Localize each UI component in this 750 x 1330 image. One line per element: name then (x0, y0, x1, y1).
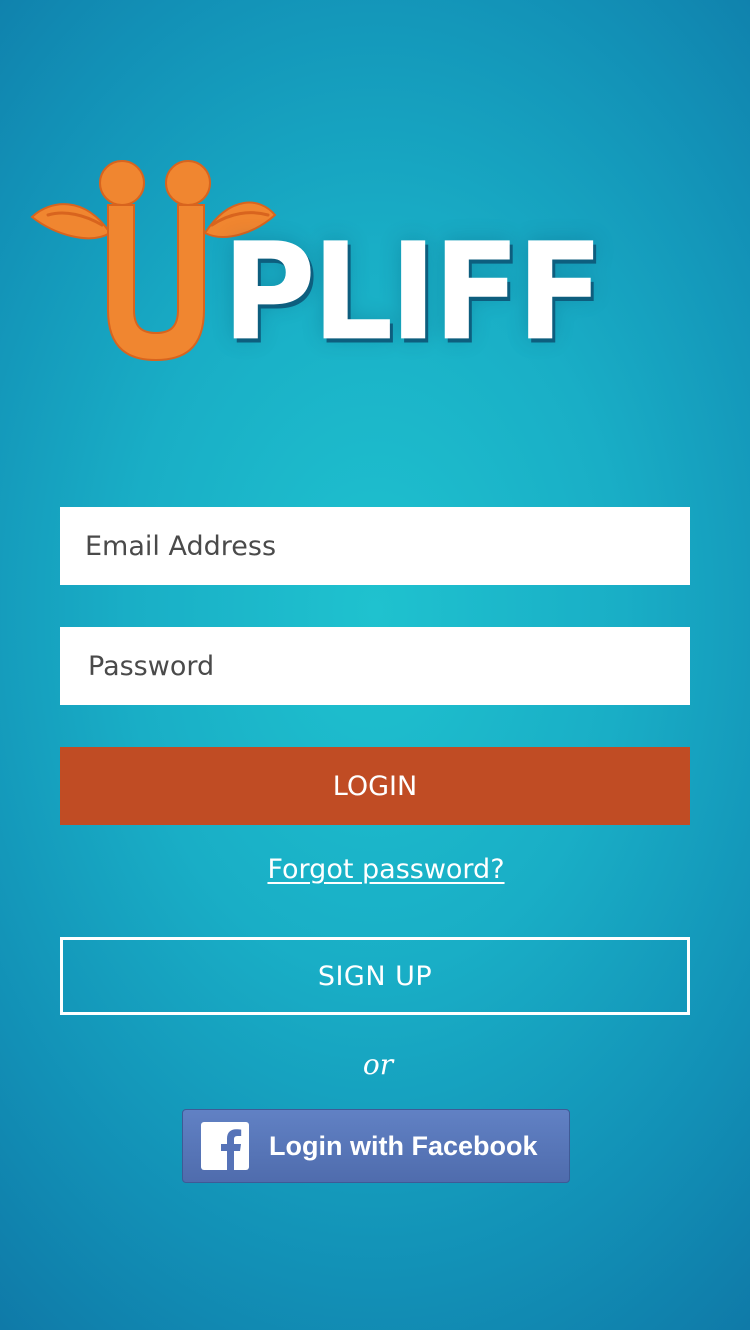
login-button[interactable]: LOGIN (60, 747, 690, 825)
forgot-password-link[interactable]: Forgot password? (0, 854, 750, 885)
logo-wordmark: PLIFF (222, 214, 604, 371)
left-leaf (30, 203, 112, 240)
facebook-f-icon (201, 1122, 249, 1170)
password-field[interactable] (60, 627, 690, 705)
or-divider-text: or (362, 1048, 394, 1081)
logo-u-letter (107, 204, 205, 362)
email-field[interactable] (60, 507, 690, 585)
facebook-login-label: Login with Facebook (269, 1130, 538, 1161)
signup-button[interactable]: SIGN UP (60, 937, 690, 1015)
logo-left-knob (99, 160, 145, 206)
login-screen: PLIFF LOGIN Forgot password? SIGN UP or … (0, 0, 750, 1330)
facebook-login-button[interactable]: Login with Facebook (182, 1109, 570, 1183)
logo-right-knob (165, 160, 211, 206)
